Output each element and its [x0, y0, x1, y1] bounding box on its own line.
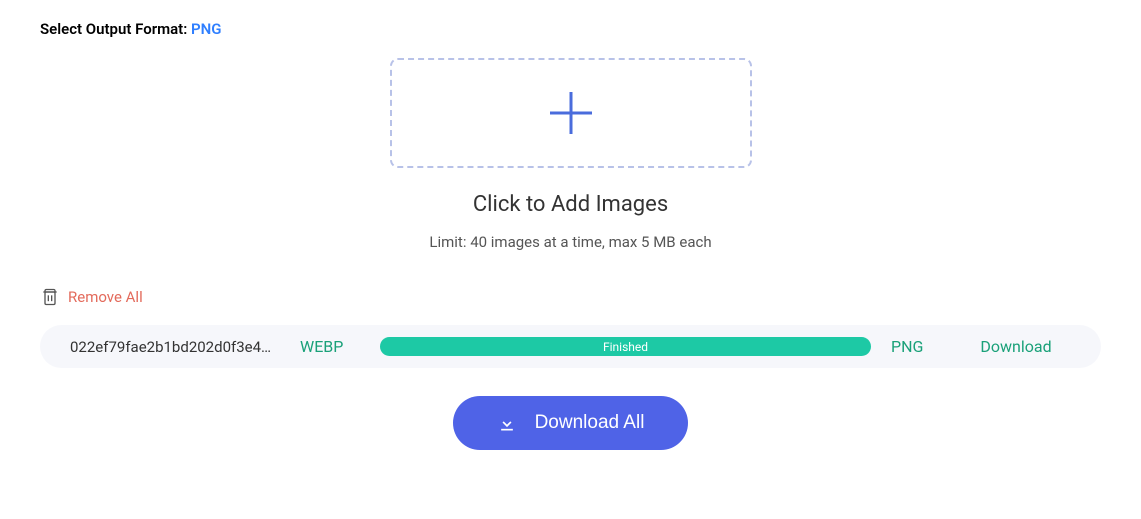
file-row: 022ef79fae2b1bd202d0f3e4… WEBP Finished …: [40, 325, 1101, 368]
progress-status-text: Finished: [603, 340, 648, 354]
format-selector[interactable]: Select Output Format: PNG: [40, 20, 1101, 38]
progress-container: Finished: [380, 337, 871, 356]
file-destination-format: PNG: [891, 337, 941, 356]
download-file-button[interactable]: Download: [961, 337, 1071, 356]
download-icon: [497, 413, 517, 433]
progress-bar: Finished: [380, 337, 871, 356]
plus-icon: [546, 88, 596, 138]
download-all-label: Download All: [535, 412, 645, 434]
limit-text: Limit: 40 images at a time, max 5 MB eac…: [40, 233, 1101, 251]
file-name: 022ef79fae2b1bd202d0f3e4…: [70, 338, 280, 356]
download-all-button[interactable]: Download All: [453, 396, 689, 450]
trash-icon: [40, 287, 60, 307]
file-source-format: WEBP: [300, 337, 360, 356]
format-selector-label: Select Output Format:: [40, 20, 191, 38]
add-images-dropzone[interactable]: [390, 58, 752, 168]
format-selector-value: PNG: [191, 20, 221, 38]
add-images-title: Click to Add Images: [40, 192, 1101, 217]
remove-all-button[interactable]: Remove All: [40, 287, 1101, 307]
remove-all-label: Remove All: [68, 288, 143, 306]
